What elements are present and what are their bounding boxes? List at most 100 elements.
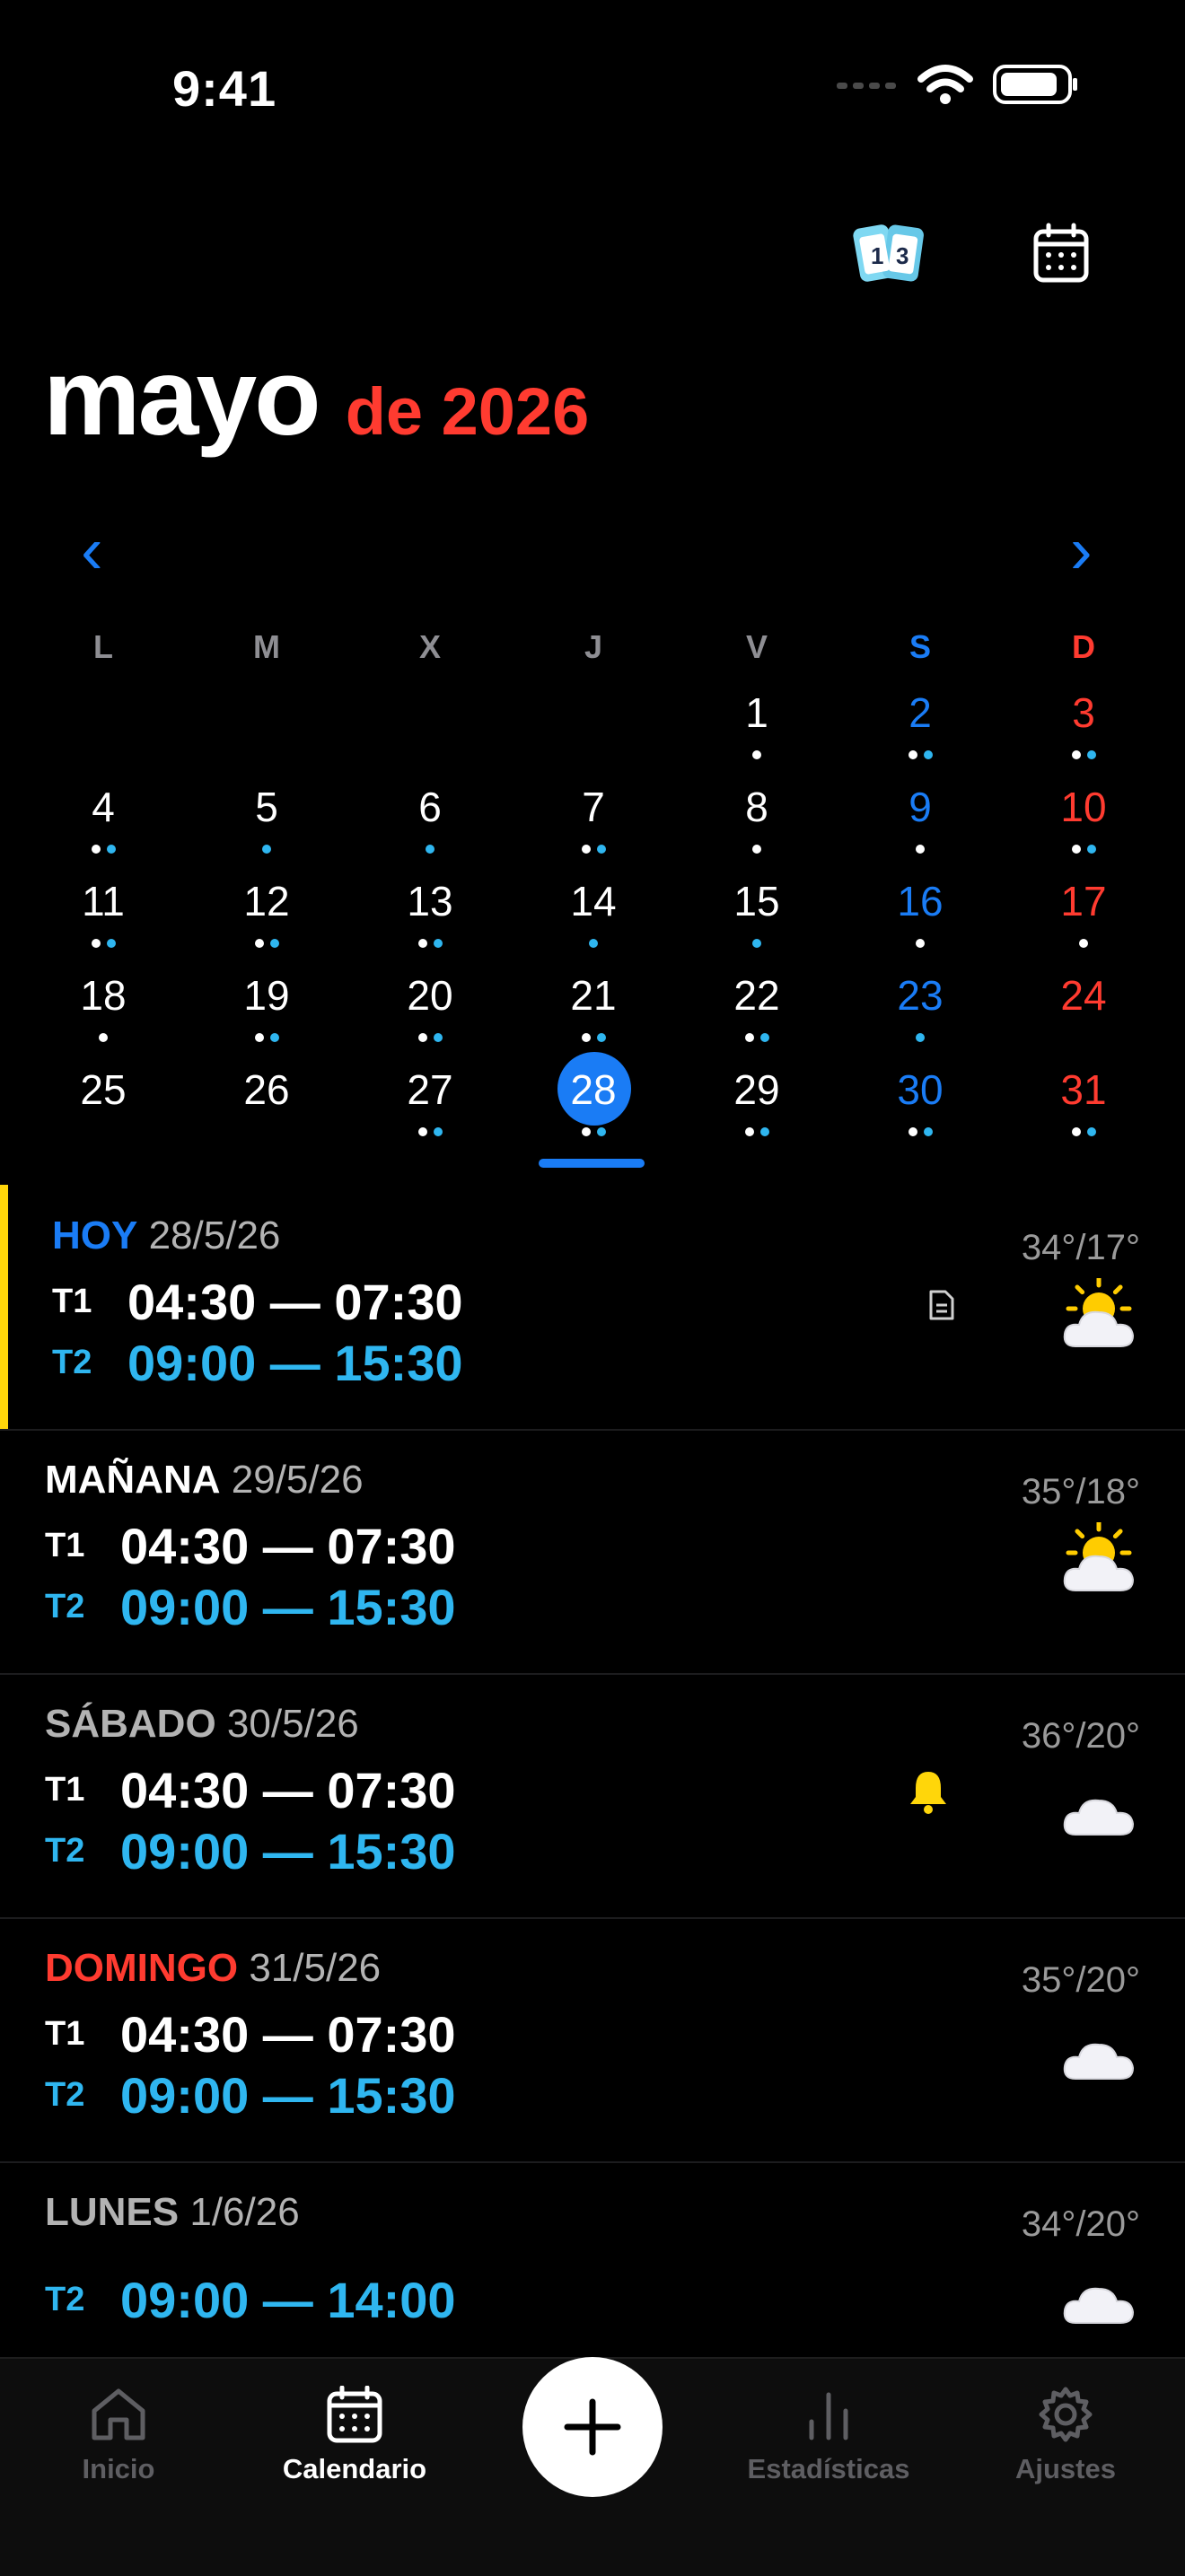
shift-dot-t2: [596, 1127, 606, 1136]
calendar-icon: [327, 2385, 382, 2443]
calendar-day[interactable]: 7: [512, 780, 675, 874]
calendar-day[interactable]: 21: [512, 968, 675, 1063]
day-row[interactable]: SÁBADO 30/5/26 T1 04:30 — 07:30 T2 09:00 — 1…: [0, 1673, 1185, 1919]
calendar-day[interactable]: 20: [348, 968, 512, 1063]
shift-dot-t2: [589, 939, 598, 948]
shift-dot-t2: [269, 939, 279, 948]
month-view-button[interactable]: [1016, 208, 1106, 298]
day-number: 7: [582, 784, 605, 830]
day-row[interactable]: DOMINGO 31/5/26 T1 04:30 — 07:30 T2 09:00 — …: [0, 1917, 1185, 2163]
calendar-day[interactable]: 6: [348, 780, 512, 874]
calendar-day[interactable]: 23: [838, 968, 1002, 1063]
weekday-label: V: [745, 628, 768, 665]
calendar-day[interactable]: 9: [838, 780, 1002, 874]
shift-dots: [185, 1127, 348, 1137]
month-name: mayo: [43, 336, 321, 458]
shift-time: 09:00 — 14:00: [120, 2272, 456, 2328]
tab-ajustes[interactable]: Ajustes: [967, 2386, 1164, 2485]
tab-inicio[interactable]: Inicio: [20, 2386, 217, 2485]
calendar-day[interactable]: 11: [22, 874, 185, 968]
shift-time: 04:30 — 07:30: [120, 1518, 456, 1574]
shift-time: 09:00 — 15:30: [120, 1823, 456, 1879]
calendar-day[interactable]: 28: [512, 1052, 675, 1157]
day-number: 29: [733, 1066, 780, 1113]
next-month-button[interactable]: ›: [1070, 517, 1093, 583]
shift-time: 09:00 — 15:30: [120, 2067, 456, 2124]
calendar-day[interactable]: 10: [1002, 780, 1165, 874]
tab-calendario[interactable]: Calendario: [256, 2385, 453, 2485]
day-row[interactable]: HOY 28/5/26 T1 04:30 — 07:30 T2 09:00 — 15:3…: [0, 1185, 1185, 1431]
shift-dots: [185, 845, 348, 854]
shift-dot-t1: [417, 1033, 427, 1042]
prev-month-button[interactable]: ‹: [81, 517, 103, 583]
day-label: LUNES: [45, 2190, 180, 2234]
calendar-day[interactable]: 1: [675, 686, 838, 780]
battery-icon: [993, 65, 1077, 104]
calendar-day[interactable]: 4: [22, 780, 185, 874]
calendar-day[interactable]: 26: [185, 1063, 348, 1157]
day-number: 28: [570, 1066, 617, 1113]
bell-icon: [910, 1772, 946, 1814]
day-number: 13: [407, 878, 453, 924]
calendar-day[interactable]: 24: [1002, 968, 1165, 1063]
calendar-day[interactable]: 3: [1002, 686, 1165, 780]
shift-code: T1: [45, 1771, 85, 1809]
calendar-day[interactable]: 15: [675, 874, 838, 968]
calendar-day[interactable]: 19: [185, 968, 348, 1063]
shift-dot-t2: [759, 1033, 769, 1042]
day-number: 3: [1072, 689, 1095, 736]
day-row[interactable]: LUNES 1/6/26 T2 09:00 — 14:00 34°/20°: [0, 2161, 1185, 2357]
calendar-day[interactable]: 27: [348, 1063, 512, 1157]
tab-label: Inicio: [82, 2453, 155, 2484]
calendar-day[interactable]: 22: [675, 968, 838, 1063]
shift-code: T2: [45, 1832, 85, 1870]
day-number: 27: [407, 1066, 453, 1113]
day-date: 30/5/26: [215, 1702, 359, 1746]
day-number: 1: [745, 689, 768, 736]
calendar-day[interactable]: 8: [675, 780, 838, 874]
tab-label: Calendario: [282, 2453, 427, 2484]
calendar-day[interactable]: 5: [185, 780, 348, 874]
calendar-day[interactable]: 12: [185, 874, 348, 968]
status-time: 9:41: [172, 60, 277, 117]
calendar-day[interactable]: 17: [1002, 874, 1165, 968]
calendar-day[interactable]: 16: [838, 874, 1002, 968]
shift-dot-t1: [752, 845, 761, 854]
shift-t1: T1 04:30 — 07:30: [45, 2005, 456, 2063]
shift-dots: [1002, 939, 1165, 949]
day-row-title: SÁBADO 30/5/26: [45, 1702, 359, 1747]
shift-code: T1: [45, 2015, 85, 2053]
shift-dots: [675, 1127, 838, 1137]
shift-dot-t2: [916, 1033, 925, 1042]
chart-bars-icon: [809, 2392, 848, 2440]
calendar-day[interactable]: 31: [1002, 1063, 1165, 1157]
month-year: de 2026: [345, 374, 590, 449]
calendar-day[interactable]: 25: [22, 1063, 185, 1157]
day-number: 10: [1060, 784, 1107, 830]
shift-t2: T2 09:00 — 15:30: [45, 1578, 456, 1636]
calendar-day[interactable]: 13: [348, 874, 512, 968]
day-row[interactable]: MAÑANA 29/5/26 T1 04:30 — 07:30 T2 09:00 — 1…: [0, 1429, 1185, 1675]
shift-dot-t1: [752, 750, 761, 759]
calendar-day[interactable]: 2: [838, 686, 1002, 780]
shift-dot-t1: [1071, 1127, 1081, 1136]
shift-dots: [348, 845, 512, 854]
day-row-title: HOY 28/5/26: [52, 1214, 280, 1258]
calendar-day[interactable]: 14: [512, 874, 675, 968]
weather: [1059, 1275, 1140, 1358]
shift-dot-t2: [596, 1033, 606, 1042]
day-row-indicator: [928, 1289, 955, 1326]
calendar-day[interactable]: 29: [675, 1063, 838, 1157]
shift-dot-t1: [1071, 845, 1081, 854]
shift-dot-t1: [91, 939, 101, 948]
shift-dots: [22, 845, 185, 854]
calendar-day[interactable]: 30: [838, 1063, 1002, 1157]
day-number: 25: [80, 1066, 127, 1113]
calendar-day[interactable]: 18: [22, 968, 185, 1063]
tab-estadisticas[interactable]: Estadísticas: [730, 2386, 927, 2485]
calendar-app-icon-button[interactable]: 1 3: [844, 208, 934, 298]
weekday-label: M: [253, 628, 280, 665]
add-shift-button[interactable]: [522, 2357, 663, 2497]
weekday-label: J: [584, 628, 603, 665]
day-number: 19: [243, 972, 290, 1019]
